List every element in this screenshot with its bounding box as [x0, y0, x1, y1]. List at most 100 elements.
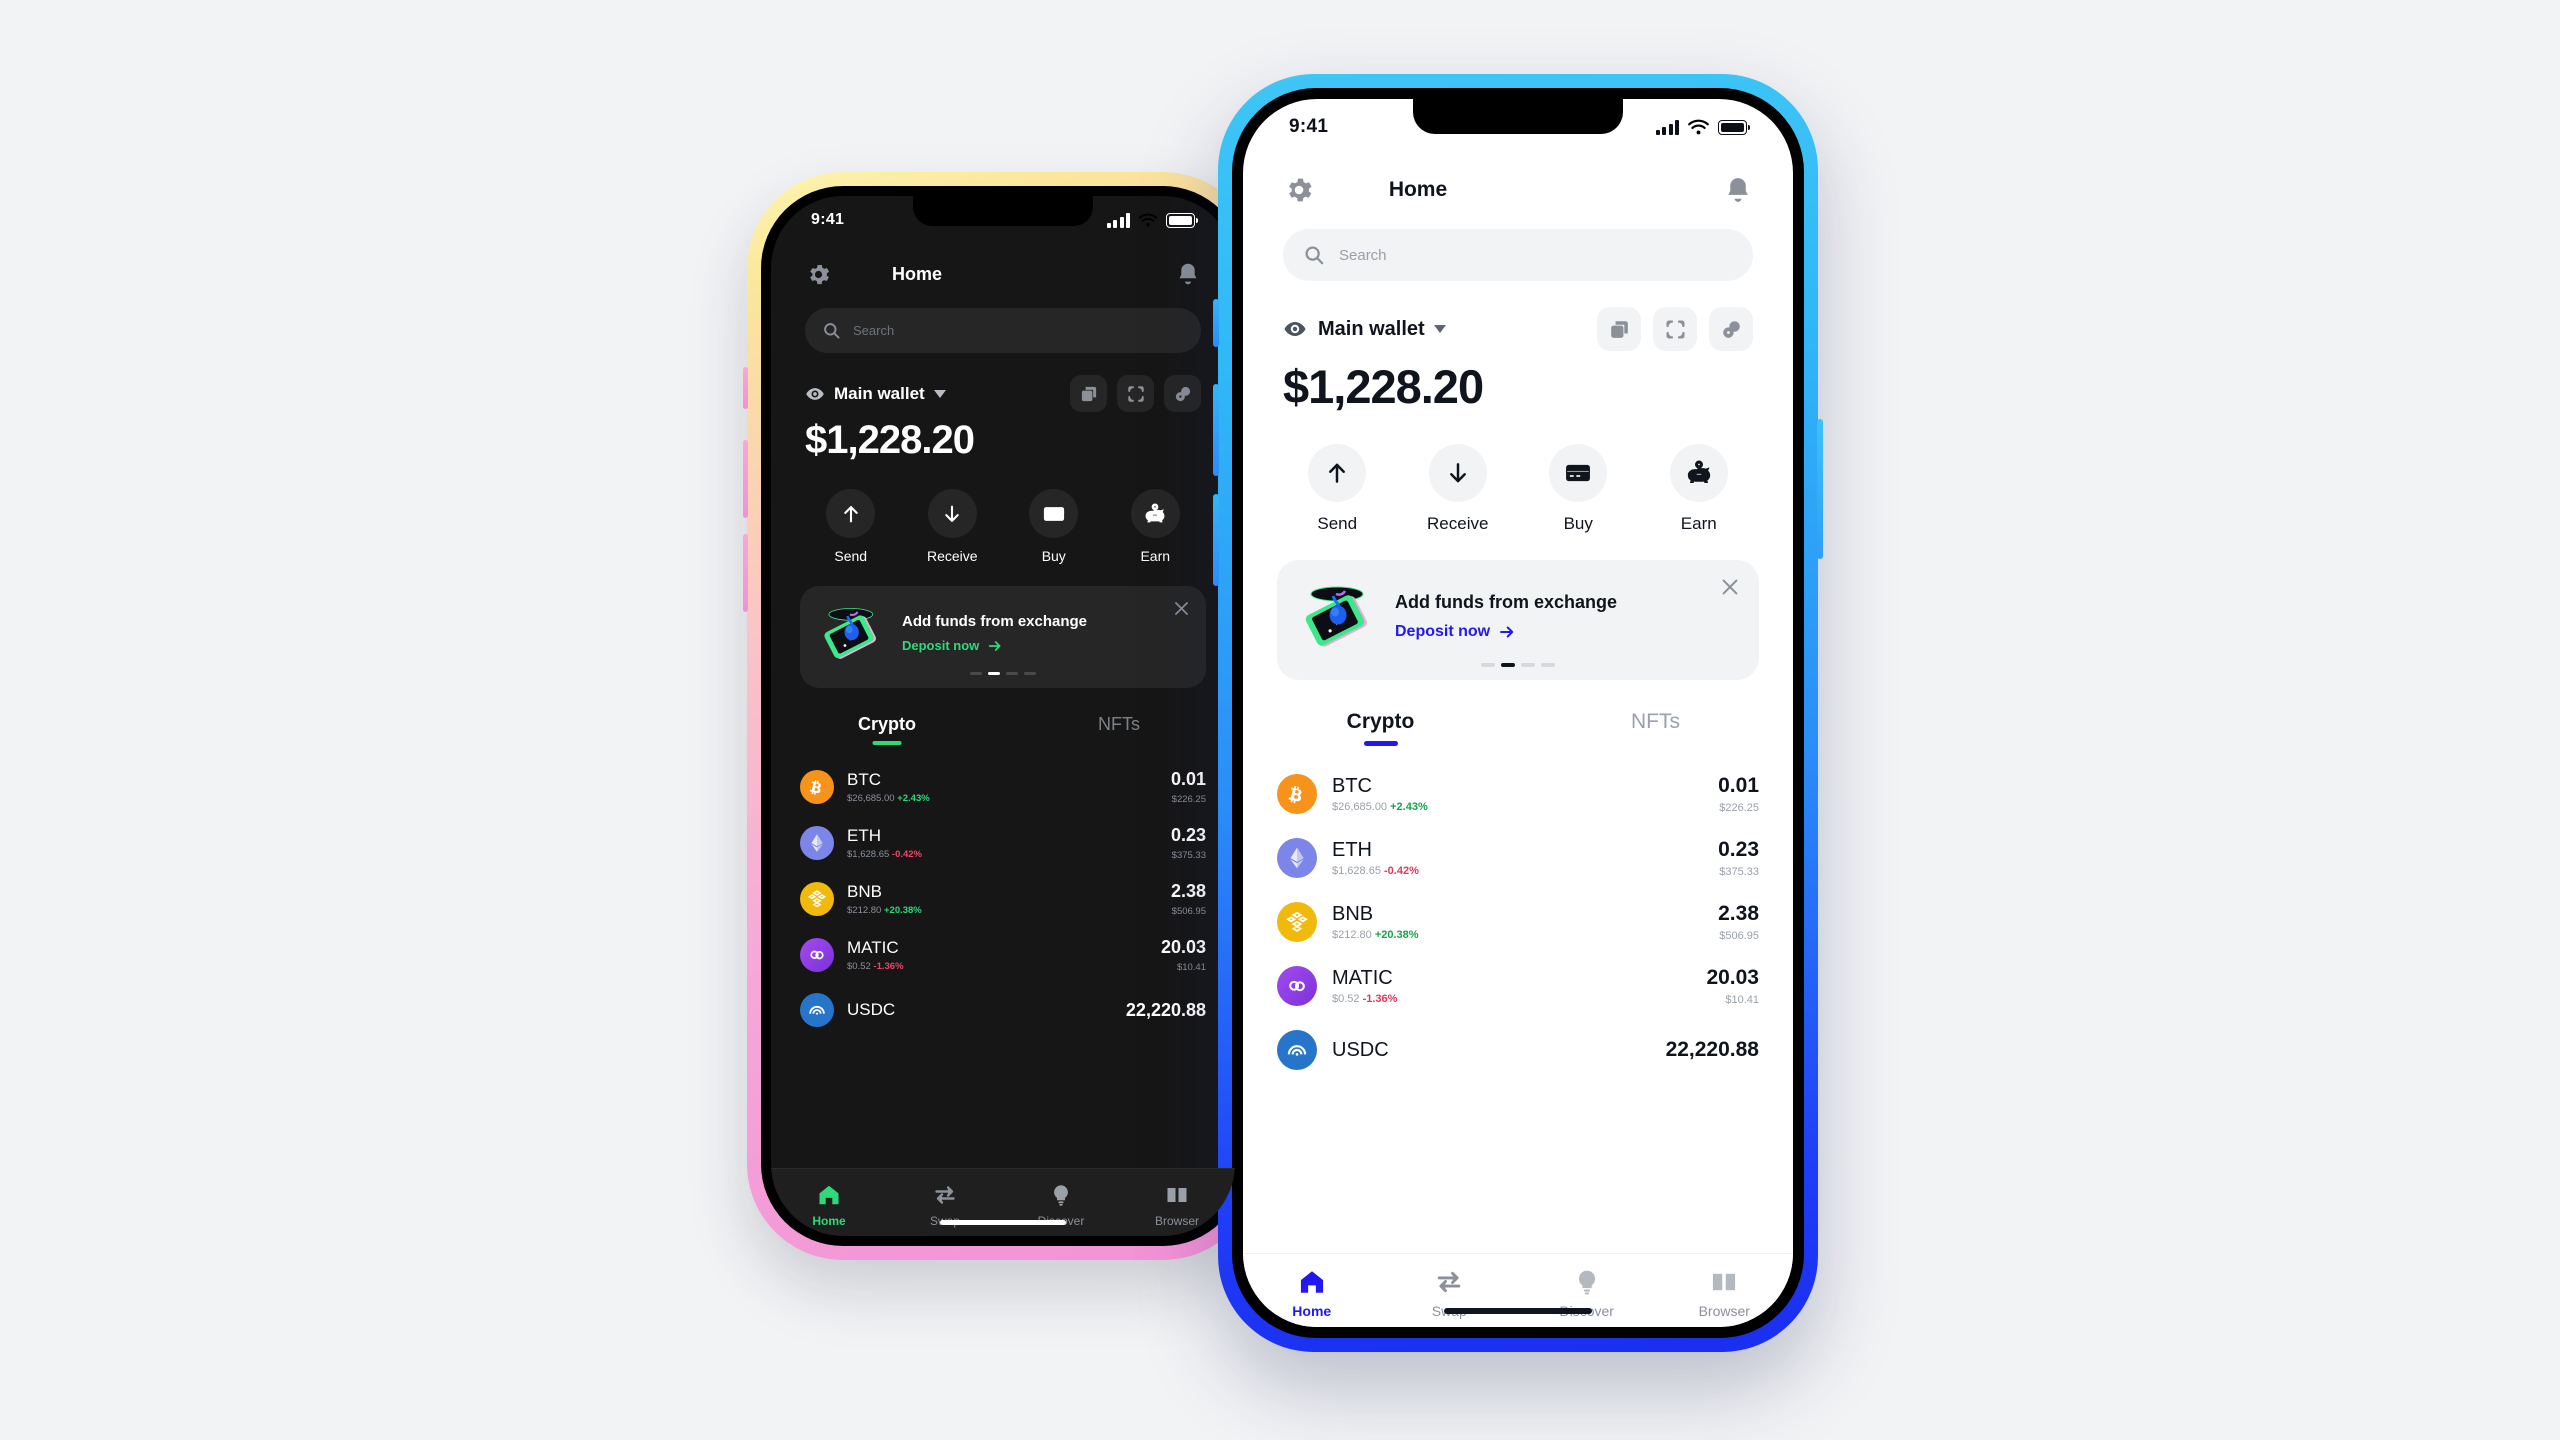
- token-change: +20.38%: [883, 905, 922, 916]
- scan-qr-button[interactable]: [1117, 375, 1154, 412]
- polygon-icon: [800, 938, 834, 972]
- phone-volume-up-button[interactable]: [743, 440, 748, 518]
- app-screen-light: 9:41 Home Search Main wallet $1,228.20 S…: [1243, 99, 1793, 1327]
- token-value: $226.25: [1171, 794, 1206, 805]
- connect-button[interactable]: [1164, 375, 1201, 412]
- promo-title: Add funds from exchange: [902, 612, 1088, 630]
- home-icon: [1300, 1271, 1323, 1293]
- table-row[interactable]: MATIC $0.52 -1.36% 20.03 $10.41: [1277, 954, 1759, 1018]
- token-symbol: MATIC: [1332, 967, 1393, 989]
- token-price: $26,685.00: [847, 793, 895, 804]
- close-icon[interactable]: [1172, 599, 1191, 618]
- wallet-name[interactable]: Main wallet: [834, 384, 925, 404]
- token-symbol: BNB: [847, 882, 882, 901]
- bell-icon[interactable]: [1175, 261, 1201, 288]
- buy-button[interactable]: Buy: [1518, 444, 1639, 534]
- nav-item-browser[interactable]: Browser: [1119, 1183, 1235, 1228]
- token-value: $506.95: [1171, 906, 1206, 917]
- wallet-name[interactable]: Main wallet: [1318, 318, 1425, 341]
- earn-button[interactable]: Earn: [1639, 444, 1760, 534]
- chevron-down-icon[interactable]: [1433, 325, 1446, 333]
- promo-card[interactable]: Add funds from exchange Deposit now: [1277, 560, 1759, 680]
- copy-address-button[interactable]: [1070, 375, 1107, 412]
- bitcoin-icon: [1277, 774, 1317, 814]
- search-bar[interactable]: [805, 308, 1201, 353]
- wallet-balance: $1,228.20: [805, 418, 975, 462]
- send-button[interactable]: Send: [800, 489, 902, 564]
- arrow-down-icon: [1449, 463, 1466, 483]
- connect-button[interactable]: [1709, 307, 1753, 351]
- token-price: $0.52: [1332, 993, 1360, 1005]
- deposit-now-link[interactable]: Deposit now: [1395, 623, 1617, 641]
- home-indicator[interactable]: [1444, 1308, 1592, 1314]
- status-bar-icons: [1655, 118, 1750, 137]
- table-row[interactable]: USDC 22,220.88: [800, 983, 1206, 1037]
- copy-address-button[interactable]: [1597, 307, 1641, 351]
- search-bar[interactable]: [1283, 229, 1753, 281]
- promo-section: Add funds from exchange Deposit now: [1243, 534, 1793, 680]
- token-amount: 0.23: [1170, 825, 1206, 845]
- token-value: $506.95: [1719, 930, 1759, 942]
- bnb-icon: [800, 882, 834, 916]
- phone-power-button[interactable]: [1817, 419, 1823, 559]
- nav-item-browser[interactable]: Browser: [1656, 1268, 1794, 1319]
- phone-volume-down-button[interactable]: [1213, 494, 1219, 586]
- token-change: +20.38%: [1374, 929, 1419, 941]
- table-row[interactable]: BNB $212.80 +20.38% 2.38 $506.95: [800, 871, 1206, 927]
- phone-with-coin-illustration: [1297, 582, 1381, 650]
- copy-icon: [1610, 320, 1628, 338]
- receive-button[interactable]: Receive: [1398, 444, 1519, 534]
- bottom-navigation: Home Swap Discover: [771, 1168, 1235, 1236]
- earn-button[interactable]: Earn: [1105, 489, 1207, 564]
- deposit-now-link[interactable]: Deposit now: [902, 638, 1087, 654]
- eye-icon[interactable]: [805, 384, 825, 404]
- phone-silent-switch[interactable]: [743, 367, 748, 409]
- tab-crypto[interactable]: Crypto: [771, 714, 1003, 745]
- bell-icon[interactable]: [1723, 174, 1753, 206]
- token-list: BTC $26,685.00 +2.43% 0.01 $226.25 ETH $…: [771, 745, 1235, 1076]
- token-symbol: USDC: [847, 1000, 896, 1019]
- eye-icon[interactable]: [1283, 317, 1307, 341]
- arrow-down-icon: [945, 505, 959, 522]
- close-icon[interactable]: [1719, 576, 1741, 598]
- nav-item-home[interactable]: Home: [771, 1183, 887, 1228]
- token-symbol: BNB: [1332, 903, 1374, 925]
- table-row[interactable]: USDC 22,220.88: [1277, 1018, 1759, 1082]
- home-icon: [819, 1185, 839, 1205]
- wallet-balance: $1,228.20: [1283, 360, 1484, 413]
- promo-card[interactable]: Add funds from exchange Deposit now: [800, 586, 1206, 688]
- receive-label: Receive: [926, 548, 978, 564]
- receive-button[interactable]: Receive: [902, 489, 1004, 564]
- ethereum-icon: [1277, 838, 1317, 878]
- token-change: -0.42%: [891, 849, 923, 860]
- tab-nfts[interactable]: NFTs: [1518, 710, 1793, 746]
- token-price: $1,628.65: [847, 849, 890, 860]
- table-row[interactable]: BTC $26,685.00 +2.43% 0.01 $226.25: [800, 759, 1206, 815]
- search-input[interactable]: [853, 323, 1184, 338]
- table-row[interactable]: BTC $26,685.00 +2.43% 0.01 $226.25: [1277, 762, 1759, 826]
- nav-item-home[interactable]: Home: [1243, 1268, 1381, 1319]
- promo-carousel-dots[interactable]: [1277, 663, 1759, 667]
- buy-button[interactable]: Buy: [1003, 489, 1105, 564]
- phone-volume-up-button[interactable]: [1213, 384, 1219, 476]
- search-input[interactable]: [1339, 246, 1733, 264]
- wallet-action-buttons: [1597, 307, 1753, 351]
- table-row[interactable]: MATIC $0.52 -1.36% 20.03 $10.41: [800, 927, 1206, 983]
- table-row[interactable]: BNB $212.80 +20.38% 2.38 $506.95: [1277, 890, 1759, 954]
- app-header: Home: [1243, 155, 1793, 219]
- phone-silent-switch[interactable]: [1213, 299, 1219, 347]
- chevron-down-icon[interactable]: [933, 389, 946, 398]
- phone-volume-down-button[interactable]: [743, 534, 748, 612]
- search-section: [1243, 219, 1793, 281]
- token-price: $212.80: [847, 905, 882, 916]
- promo-carousel-dots[interactable]: [800, 671, 1206, 675]
- promo-title: Add funds from exchange: [1395, 591, 1618, 612]
- send-button[interactable]: Send: [1277, 444, 1398, 534]
- table-row[interactable]: ETH $1,628.65 -0.42% 0.23 $375.33: [1277, 826, 1759, 890]
- home-indicator[interactable]: [940, 1220, 1066, 1225]
- tab-crypto[interactable]: Crypto: [1243, 710, 1518, 746]
- table-row[interactable]: ETH $1,628.65 -0.42% 0.23 $375.33: [800, 815, 1206, 871]
- scan-qr-button[interactable]: [1653, 307, 1697, 351]
- tab-nfts[interactable]: NFTs: [1003, 714, 1235, 745]
- token-price: $0.52: [847, 961, 871, 972]
